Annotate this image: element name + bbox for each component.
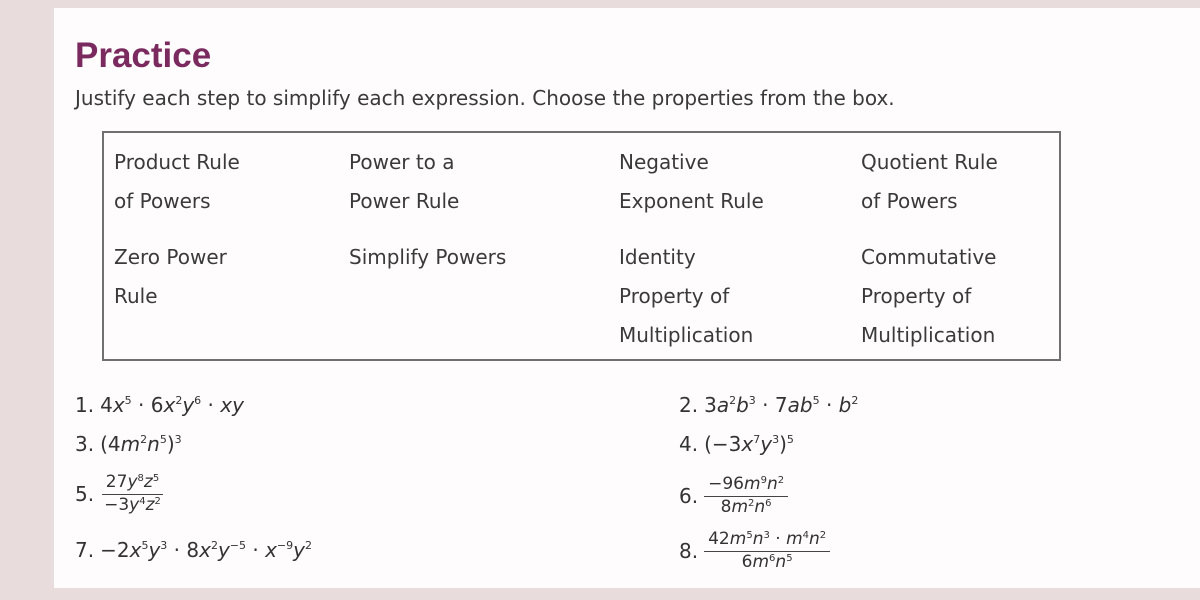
fraction: 42m5n3 · m4n2 6m6n5 bbox=[704, 529, 831, 572]
denominator: 8m2n6 bbox=[720, 496, 772, 517]
problem-number: 8. bbox=[679, 539, 699, 564]
problem-expression: 4x5 · 6x2y6 · xy bbox=[100, 393, 244, 417]
property-commutative: Commutative Property of Multiplication bbox=[861, 245, 997, 347]
problem-number: 3. bbox=[75, 432, 95, 456]
numerator: −96m9n2 bbox=[704, 474, 789, 497]
denominator: 6m6n5 bbox=[741, 551, 793, 572]
problem-expression: (4m2n5)3 bbox=[100, 432, 182, 456]
problem-5: 5. 27y8z5 −3y4z2 bbox=[75, 472, 165, 515]
page-title: Practice bbox=[75, 36, 212, 75]
property-simplify-powers: Simplify Powers bbox=[349, 245, 507, 269]
problem-8: 8. 42m5n3 · m4n2 6m6n5 bbox=[679, 529, 831, 572]
property-zero-power: Zero Power Rule bbox=[114, 245, 227, 308]
property-negative-exponent: Negative Exponent Rule bbox=[619, 150, 764, 213]
problem-number: 6. bbox=[679, 484, 699, 509]
problem-expression: (−3x7y3)5 bbox=[704, 432, 794, 456]
problem-6: 6. −96m9n2 8m2n6 bbox=[679, 474, 789, 517]
problem-expression: 3a2b3 · 7ab5 · b2 bbox=[704, 393, 859, 417]
denominator: −3y4z2 bbox=[104, 494, 161, 515]
property-quotient-rule: Quotient Rule of Powers bbox=[861, 150, 998, 213]
fraction: −96m9n2 8m2n6 bbox=[704, 474, 789, 517]
properties-box: Product Rule of Powers Power to a Power … bbox=[102, 131, 1061, 361]
problem-3: 3. (4m2n5)3 bbox=[75, 432, 182, 456]
problem-1: 1. 4x5 · 6x2y6 · xy bbox=[75, 393, 244, 417]
problem-number: 4. bbox=[679, 432, 699, 456]
property-identity: Identity Property of Multiplication bbox=[619, 245, 754, 347]
numerator: 42m5n3 · m4n2 bbox=[704, 529, 831, 552]
problem-number: 1. bbox=[75, 393, 95, 417]
property-power-to-power: Power to a Power Rule bbox=[349, 150, 460, 213]
problem-4: 4. (−3x7y3)5 bbox=[679, 432, 794, 456]
property-product-rule: Product Rule of Powers bbox=[114, 150, 240, 213]
fraction: 27y8z5 −3y4z2 bbox=[100, 472, 165, 515]
problem-number: 5. bbox=[75, 482, 95, 507]
problem-expression: −2x5y3 · 8x2y−5 · x−9y2 bbox=[100, 538, 312, 562]
numerator: 27y8z5 bbox=[101, 472, 164, 495]
practice-page: Practice Justify each step to simplify e… bbox=[54, 8, 1200, 588]
instructions: Justify each step to simplify each expre… bbox=[75, 86, 895, 110]
problem-number: 2. bbox=[679, 393, 699, 417]
problem-2: 2. 3a2b3 · 7ab5 · b2 bbox=[679, 393, 858, 417]
problem-number: 7. bbox=[75, 538, 95, 562]
problem-7: 7. −2x5y3 · 8x2y−5 · x−9y2 bbox=[75, 538, 312, 562]
